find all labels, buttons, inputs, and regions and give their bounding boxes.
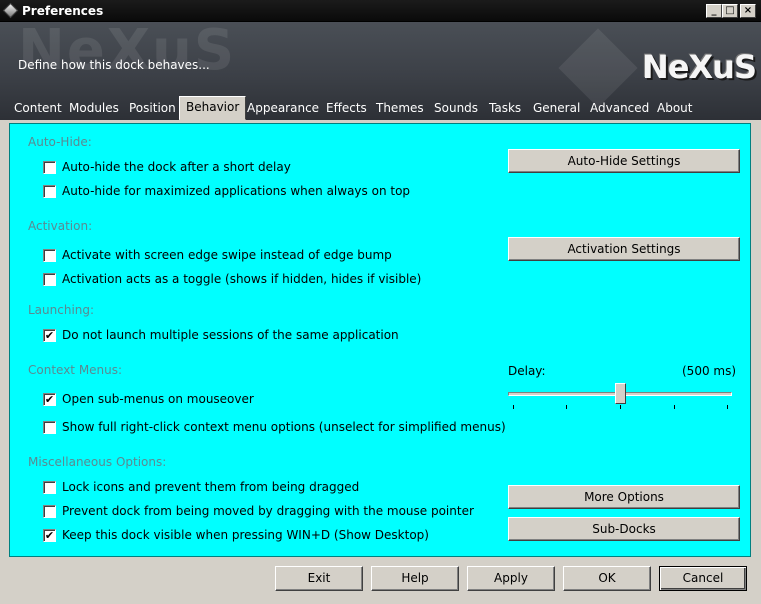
tab-position[interactable]: Position — [123, 98, 182, 120]
maximize-button[interactable]: □ — [722, 4, 738, 18]
option-autohide-delay[interactable]: Auto-hide the dock after a short delay — [43, 159, 291, 175]
checkbox-label: Auto-hide for maximized applications whe… — [62, 184, 411, 198]
tab-advanced[interactable]: Advanced — [584, 98, 655, 120]
checkbox-label: Activate with screen edge swipe instead … — [62, 248, 392, 262]
checkbox[interactable]: ✔ — [43, 528, 56, 542]
option-autohide-maximized[interactable]: Auto-hide for maximized applications whe… — [43, 183, 410, 199]
option-edge-swipe[interactable]: Activate with screen edge swipe instead … — [43, 247, 392, 263]
delay-label: Delay: — [508, 364, 546, 378]
diamond-decoration-icon — [558, 28, 638, 108]
delay-slider-thumb[interactable] — [615, 383, 626, 404]
section-title-context-menus: Context Menus: — [28, 363, 123, 377]
tab-tasks[interactable]: Tasks — [483, 98, 527, 120]
checkbox[interactable] — [43, 420, 56, 434]
window-title: Preferences — [22, 4, 104, 18]
tab-themes[interactable]: Themes — [370, 98, 430, 120]
title-bar: Preferences _ □ × — [0, 0, 761, 22]
autohide-settings-button[interactable]: Auto-Hide Settings — [508, 149, 740, 173]
header-description: Define how this dock behaves... — [18, 58, 210, 72]
app-diamond-icon — [2, 2, 19, 19]
checkbox-label: Lock icons and prevent them from being d… — [62, 480, 360, 494]
close-button[interactable]: × — [740, 4, 756, 18]
option-full-context-menu[interactable]: Show full right-click context menu optio… — [43, 419, 506, 435]
checkbox-label: Show full right-click context menu optio… — [62, 420, 506, 434]
checkbox-label: Keep this dock visible when pressing WIN… — [62, 528, 429, 542]
minimize-button[interactable]: _ — [706, 4, 722, 18]
tab-appearance[interactable]: Appearance — [241, 98, 325, 120]
option-submenu-mouseover[interactable]: ✔ Open sub-menus on mouseover — [43, 391, 254, 407]
checkbox[interactable] — [43, 184, 56, 198]
section-title-launching: Launching: — [28, 303, 95, 317]
activation-settings-button[interactable]: Activation Settings — [508, 237, 740, 261]
slider-tick — [620, 405, 621, 409]
slider-tick — [513, 405, 514, 409]
option-keep-visible-win-d[interactable]: ✔ Keep this dock visible when pressing W… — [43, 527, 429, 543]
option-lock-icons[interactable]: Lock icons and prevent them from being d… — [43, 479, 359, 495]
option-activation-toggle[interactable]: Activation acts as a toggle (shows if hi… — [43, 271, 421, 287]
checkbox[interactable] — [43, 160, 56, 174]
slider-tick — [566, 405, 567, 409]
section-title-autohide: Auto-Hide: — [28, 135, 92, 149]
more-options-button[interactable]: More Options — [508, 485, 740, 509]
option-single-session[interactable]: ✔ Do not launch multiple sessions of the… — [43, 327, 399, 343]
tab-modules[interactable]: Modules — [63, 98, 125, 120]
tab-effects[interactable]: Effects — [320, 98, 373, 120]
checkbox[interactable] — [43, 480, 56, 494]
slider-tick — [727, 405, 728, 409]
checkbox[interactable] — [43, 504, 56, 518]
checkbox-label: Auto-hide the dock after a short delay — [62, 160, 291, 174]
checkbox[interactable]: ✔ — [43, 328, 56, 342]
option-prevent-drag[interactable]: Prevent dock from being moved by draggin… — [43, 503, 474, 519]
nexus-logo: NeXuS — [642, 48, 757, 86]
tab-behavior[interactable]: Behavior — [179, 96, 247, 120]
behavior-panel: Auto-Hide: Auto-hide the dock after a sh… — [9, 123, 751, 557]
apply-button[interactable]: Apply — [467, 566, 555, 591]
section-title-misc: Miscellaneous Options: — [28, 455, 167, 469]
checkbox-label: Do not launch multiple sessions of the s… — [62, 328, 399, 342]
checkbox[interactable]: ✔ — [43, 392, 56, 406]
checkbox-label: Activation acts as a toggle (shows if hi… — [62, 272, 422, 286]
ok-button[interactable]: OK — [563, 566, 651, 591]
tab-general[interactable]: General — [527, 98, 586, 120]
delay-value: (500 ms) — [682, 364, 737, 378]
slider-tick — [674, 405, 675, 409]
exit-button[interactable]: Exit — [275, 566, 363, 591]
help-button[interactable]: Help — [371, 566, 459, 591]
tab-sounds[interactable]: Sounds — [428, 98, 484, 120]
cancel-button[interactable]: Cancel — [659, 566, 747, 591]
tab-content[interactable]: Content — [8, 98, 68, 120]
checkbox[interactable] — [43, 272, 56, 286]
tab-about[interactable]: About — [651, 98, 698, 120]
section-title-activation: Activation: — [28, 219, 93, 233]
checkbox-label: Open sub-menus on mouseover — [62, 392, 254, 406]
watermark-logo: NeXuS — [18, 22, 237, 83]
checkbox[interactable] — [43, 248, 56, 262]
sub-docks-button[interactable]: Sub-Docks — [508, 517, 740, 541]
checkbox-label: Prevent dock from being moved by draggin… — [62, 504, 474, 518]
